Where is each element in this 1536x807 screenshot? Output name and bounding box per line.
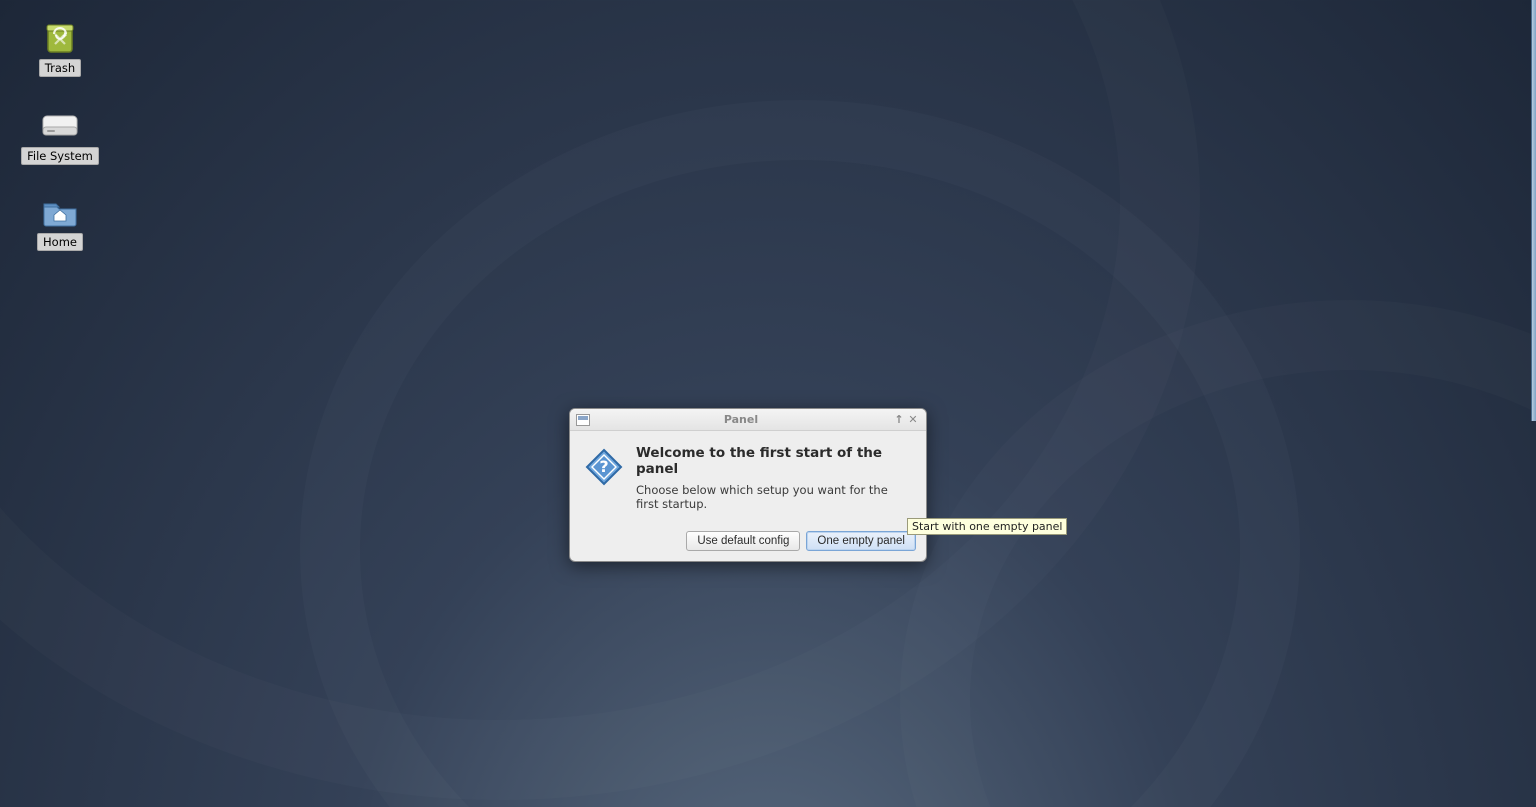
dialog-heading: Welcome to the first start of the panel (636, 445, 910, 477)
desktop-icon-filesystem[interactable]: File System (20, 108, 100, 165)
panel-first-start-dialog: Panel ↑ ✕ ? Welcome to the first start o… (569, 408, 927, 562)
use-default-config-button[interactable]: Use default config (686, 531, 800, 551)
window-minimize-icon[interactable]: ↑ (892, 414, 906, 425)
scrollbar-track[interactable] (1531, 0, 1536, 421)
dialog-message: Choose below which setup you want for th… (636, 483, 910, 511)
home-folder-icon (40, 194, 80, 230)
window-menu-icon[interactable] (576, 414, 590, 426)
window-close-icon[interactable]: ✕ (906, 414, 920, 425)
desktop-icon-home[interactable]: Home (20, 194, 100, 251)
question-icon: ? (584, 445, 624, 511)
desktop-icon-label: File System (21, 147, 99, 165)
drive-icon (40, 108, 80, 144)
dialog-titlebar[interactable]: Panel ↑ ✕ (570, 409, 926, 431)
desktop-icon-trash[interactable]: Trash (20, 20, 100, 77)
dialog-title: Panel (590, 413, 892, 426)
tooltip: Start with one empty panel (907, 518, 1067, 535)
desktop-icon-label: Trash (39, 59, 81, 77)
svg-text:?: ? (599, 457, 608, 476)
desktop-icon-label: Home (37, 233, 83, 251)
one-empty-panel-button[interactable]: One empty panel (806, 531, 916, 551)
trash-icon (40, 20, 80, 56)
